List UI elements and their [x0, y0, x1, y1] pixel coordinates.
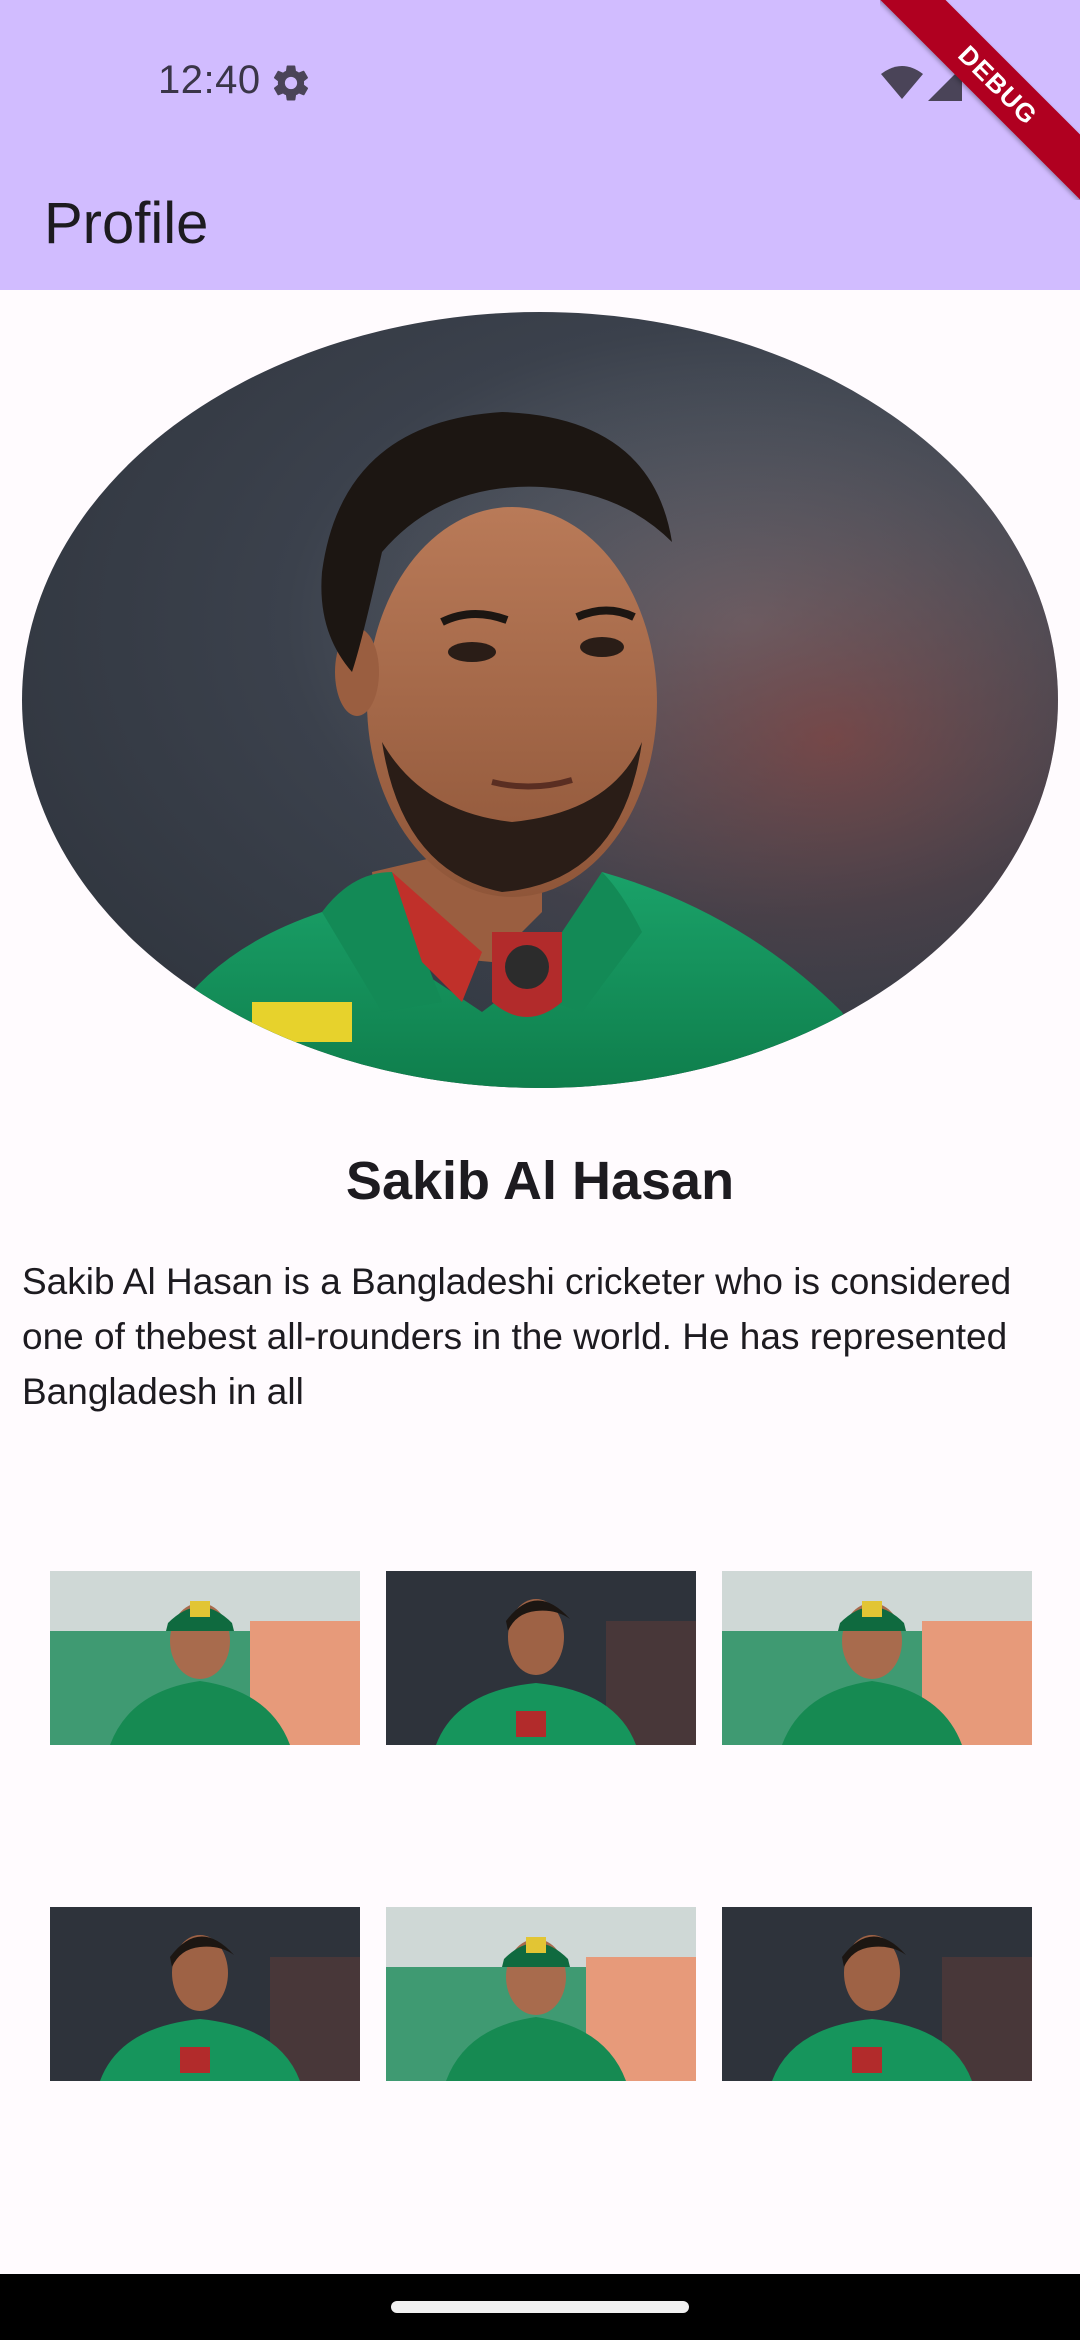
- status-bar: 12:40: [0, 0, 1080, 166]
- status-time: 12:40: [158, 58, 261, 102]
- system-nav-bar: [0, 2274, 1080, 2340]
- cellular-signal-icon: [926, 66, 964, 107]
- page-title: Profile: [44, 191, 209, 256]
- gallery-photo[interactable]: [722, 1571, 1032, 1745]
- app-bar: Profile: [0, 166, 1080, 290]
- profile-name: Sakib Al Hasan: [345, 1151, 735, 1211]
- profile-hero-image: [22, 312, 1058, 1088]
- gallery-photo[interactable]: [50, 1907, 360, 2081]
- battery-icon: [982, 62, 1006, 107]
- profile-screen: 12:40 Profile DEBUG Sakib Al Hasan Sakib…: [0, 0, 1080, 2340]
- settings-gear-icon: [270, 62, 312, 104]
- profile-bio: Sakib Al Hasan is a Bangladeshi crickete…: [22, 1261, 1012, 1412]
- gallery-photo[interactable]: [386, 1571, 696, 1745]
- gallery-photo[interactable]: [386, 1907, 696, 2081]
- home-indicator[interactable]: [391, 2301, 689, 2313]
- gallery-photo[interactable]: [722, 1907, 1032, 2081]
- wifi-icon: [880, 66, 924, 105]
- gallery-photo[interactable]: [50, 1571, 360, 1745]
